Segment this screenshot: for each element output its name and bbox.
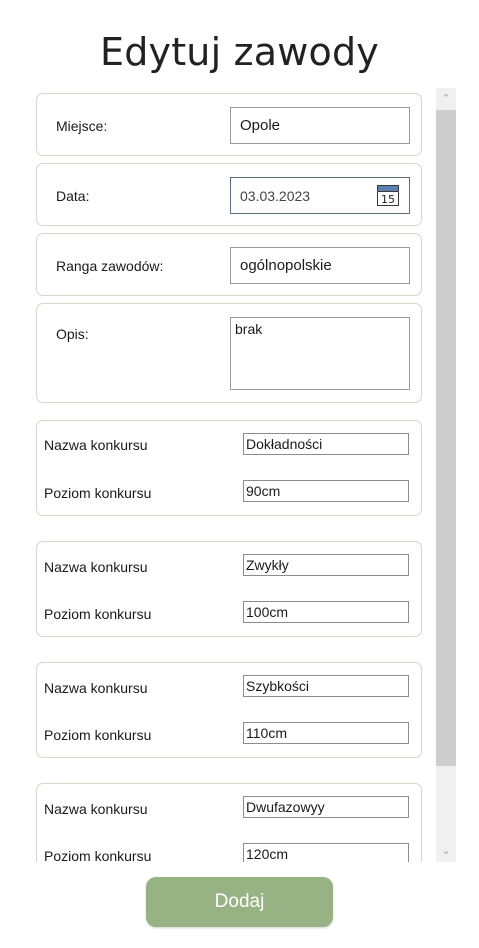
opis-card: Opis: brak	[36, 303, 422, 403]
ranga-label: Ranga zawodów:	[56, 258, 164, 274]
calendar-day-text: 15	[381, 193, 395, 206]
konkurs-card: Nazwa konkursu Zwykły Poziom konkursu 10…	[36, 541, 422, 637]
konkurs-card: Nazwa konkursu Dokładności Poziom konkur…	[36, 420, 422, 516]
vertical-scrollbar[interactable]: ⌃ ⌄	[436, 88, 456, 862]
nazwa-konkursu-input[interactable]: Dokładności	[243, 433, 409, 455]
scroll-down-icon[interactable]: ⌄	[436, 842, 456, 860]
ranga-card: Ranga zawodów: ogólnopolskie	[36, 233, 422, 296]
date-value: 03.03.2023	[240, 187, 311, 204]
nazwa-konkursu-input[interactable]: Zwykły	[243, 554, 409, 576]
poziom-konkursu-input[interactable]: 100cm	[243, 601, 409, 623]
miejsce-input[interactable]: Opole	[230, 107, 410, 144]
add-button[interactable]: Dodaj	[146, 877, 333, 927]
poziom-konkursu-label: Poziom konkursu	[44, 606, 152, 622]
poziom-konkursu-input[interactable]: 90cm	[243, 480, 409, 502]
opis-textarea[interactable]: brak	[230, 317, 410, 390]
konkurs-card: Nazwa konkursu Dwufazowyy Poziom konkurs…	[36, 783, 422, 862]
miejsce-label: Miejsce:	[56, 118, 108, 134]
data-label: Data:	[56, 188, 90, 204]
poziom-konkursu-label: Poziom konkursu	[44, 848, 152, 862]
nazwa-konkursu-label: Nazwa konkursu	[44, 437, 148, 453]
form-scroll-area[interactable]: Miejsce: Opole Data: 03.03.2023 15 Ranga…	[0, 88, 479, 862]
nazwa-konkursu-input[interactable]: Szybkości	[243, 675, 409, 697]
nazwa-konkursu-input[interactable]: Dwufazowyy	[243, 796, 409, 818]
page-title: Edytuj zawody	[99, 30, 379, 74]
miejsce-card: Miejsce: Opole	[36, 93, 422, 156]
nazwa-konkursu-label: Nazwa konkursu	[44, 801, 148, 817]
nazwa-konkursu-label: Nazwa konkursu	[44, 559, 148, 575]
calendar-icon[interactable]: 15	[377, 185, 399, 206]
scrollbar-thumb[interactable]	[436, 110, 456, 766]
poziom-konkursu-input[interactable]: 120cm	[243, 843, 409, 862]
konkurs-card: Nazwa konkursu Szybkości Poziom konkursu…	[36, 662, 422, 758]
nazwa-konkursu-label: Nazwa konkursu	[44, 680, 148, 696]
date-picker[interactable]: 03.03.2023 15	[230, 177, 410, 214]
data-card: Data: 03.03.2023 15	[36, 163, 422, 226]
ranga-input[interactable]: ogólnopolskie	[230, 247, 410, 284]
opis-label: Opis:	[56, 326, 89, 342]
poziom-konkursu-label: Poziom konkursu	[44, 727, 152, 743]
poziom-konkursu-label: Poziom konkursu	[44, 485, 152, 501]
scroll-up-icon[interactable]: ⌃	[436, 90, 456, 108]
poziom-konkursu-input[interactable]: 110cm	[243, 722, 409, 744]
